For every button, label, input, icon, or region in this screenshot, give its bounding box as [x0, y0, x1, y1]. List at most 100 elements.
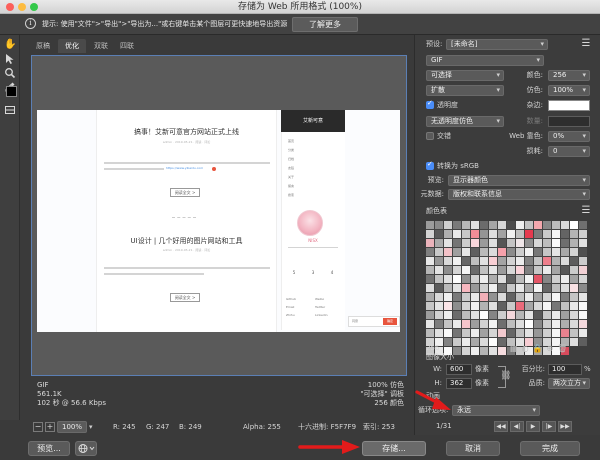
color-table-swatch[interactable]: [579, 266, 587, 274]
color-table-swatch[interactable]: [552, 248, 560, 256]
color-table-swatch[interactable]: [435, 257, 443, 265]
color-table-swatch[interactable]: [489, 329, 497, 337]
color-table-swatch[interactable]: [498, 320, 506, 328]
color-table-swatch[interactable]: [462, 347, 470, 355]
color-table-swatch[interactable]: [498, 230, 506, 238]
color-table-swatch[interactable]: [435, 266, 443, 274]
color-table-swatch[interactable]: [480, 221, 488, 229]
color-table-swatch[interactable]: [561, 230, 569, 238]
zoom-out-button[interactable]: −: [33, 422, 43, 432]
color-table-swatch[interactable]: [444, 284, 452, 292]
done-button[interactable]: 完成: [520, 441, 580, 456]
color-table-swatch[interactable]: [552, 329, 560, 337]
color-table-swatch[interactable]: [525, 320, 533, 328]
color-table-swatch[interactable]: [507, 311, 515, 319]
color-table-swatch[interactable]: [579, 302, 587, 310]
color-table-swatch[interactable]: [489, 266, 497, 274]
color-table-swatch[interactable]: [462, 275, 470, 283]
color-table-swatch[interactable]: [516, 311, 524, 319]
color-table-swatch[interactable]: [444, 230, 452, 238]
color-table-swatch[interactable]: [453, 275, 461, 283]
color-table-swatch[interactable]: [498, 347, 506, 355]
color-table-swatch[interactable]: [462, 320, 470, 328]
color-table-swatch[interactable]: [498, 221, 506, 229]
color-table-swatch[interactable]: [462, 257, 470, 265]
color-table-swatch[interactable]: [579, 248, 587, 256]
preset-menu-icon[interactable]: ☰: [580, 38, 592, 50]
color-table-swatch[interactable]: [453, 302, 461, 310]
transparency-dither-select[interactable]: 无透明度仿色: [426, 116, 504, 127]
color-table-swatch[interactable]: [471, 230, 479, 238]
color-table-swatch[interactable]: [552, 221, 560, 229]
color-table-swatch[interactable]: [489, 320, 497, 328]
loop-options-select[interactable]: 永远: [452, 405, 540, 416]
color-table-swatch[interactable]: [534, 275, 542, 283]
color-table-swatch[interactable]: [489, 275, 497, 283]
color-table-swatch[interactable]: [444, 275, 452, 283]
color-table-swatch[interactable]: [453, 338, 461, 346]
color-table-swatch[interactable]: [444, 329, 452, 337]
color-table-swatch[interactable]: [525, 284, 533, 292]
color-table-swatch[interactable]: [561, 275, 569, 283]
color-table-swatch[interactable]: [507, 284, 515, 292]
color-table-swatch[interactable]: [516, 293, 524, 301]
color-table-swatch[interactable]: [534, 329, 542, 337]
zoom-level-select[interactable]: 100%: [57, 421, 87, 433]
color-table-swatch[interactable]: [435, 239, 443, 247]
color-table-swatch[interactable]: [579, 275, 587, 283]
color-table-swatch[interactable]: [570, 248, 578, 256]
color-table-swatch[interactable]: [453, 266, 461, 274]
color-table-swatch[interactable]: [561, 266, 569, 274]
color-table-swatch[interactable]: [489, 293, 497, 301]
metadata-select[interactable]: 版权和联系信息: [448, 189, 590, 200]
color-table-swatch[interactable]: [444, 257, 452, 265]
color-table-swatch[interactable]: [426, 257, 434, 265]
color-table-swatch[interactable]: [570, 293, 578, 301]
color-table-swatch[interactable]: [570, 284, 578, 292]
color-table-swatch[interactable]: [507, 329, 515, 337]
color-table-swatch[interactable]: [471, 239, 479, 247]
color-table-swatch[interactable]: [435, 248, 443, 256]
color-table-swatch[interactable]: [453, 257, 461, 265]
color-table-swatch[interactable]: [579, 257, 587, 265]
color-table-swatch[interactable]: [498, 293, 506, 301]
color-table-swatch[interactable]: [480, 347, 488, 355]
first-frame-button[interactable]: ◀◀: [494, 421, 508, 432]
color-table-swatch[interactable]: [516, 266, 524, 274]
color-table-swatch[interactable]: [570, 329, 578, 337]
color-table-swatch[interactable]: [489, 302, 497, 310]
color-table-swatch[interactable]: [435, 329, 443, 337]
color-table-swatch[interactable]: [462, 266, 470, 274]
color-table-swatch[interactable]: [462, 239, 470, 247]
color-table-swatch[interactable]: [552, 302, 560, 310]
color-table-swatch[interactable]: [570, 230, 578, 238]
color-table-swatch[interactable]: [471, 347, 479, 355]
color-table-swatch[interactable]: [534, 266, 542, 274]
color-table-swatch[interactable]: [534, 257, 542, 265]
color-table-swatch[interactable]: [552, 266, 560, 274]
color-table-swatch[interactable]: [507, 266, 515, 274]
color-table-swatch[interactable]: [498, 329, 506, 337]
color-table-swatch[interactable]: [471, 284, 479, 292]
color-table-swatch[interactable]: [480, 302, 488, 310]
zoom-tool-icon[interactable]: [4, 67, 16, 79]
color-table-swatch[interactable]: [525, 275, 533, 283]
color-table-swatch[interactable]: [462, 338, 470, 346]
color-table-swatch[interactable]: [579, 221, 587, 229]
color-table-swatch[interactable]: [561, 248, 569, 256]
next-frame-button[interactable]: |▶: [542, 421, 556, 432]
color-table-swatch[interactable]: [498, 248, 506, 256]
cancel-button[interactable]: 取消: [446, 441, 500, 456]
color-table-swatch[interactable]: [570, 320, 578, 328]
color-table-swatch[interactable]: [426, 230, 434, 238]
tab-2-up[interactable]: 双联: [90, 39, 112, 53]
dither-amount-select[interactable]: 100%: [548, 85, 590, 96]
color-table-swatch[interactable]: [543, 239, 551, 247]
delete-color-icon[interactable]: 🗑: [557, 344, 567, 353]
color-table-swatch[interactable]: [444, 311, 452, 319]
color-table-swatch[interactable]: [579, 293, 587, 301]
colors-select[interactable]: 256: [548, 70, 590, 81]
hand-tool-icon[interactable]: ✋: [4, 39, 16, 51]
color-table-swatch[interactable]: [471, 293, 479, 301]
color-reduction-select[interactable]: 可选择: [426, 70, 504, 81]
